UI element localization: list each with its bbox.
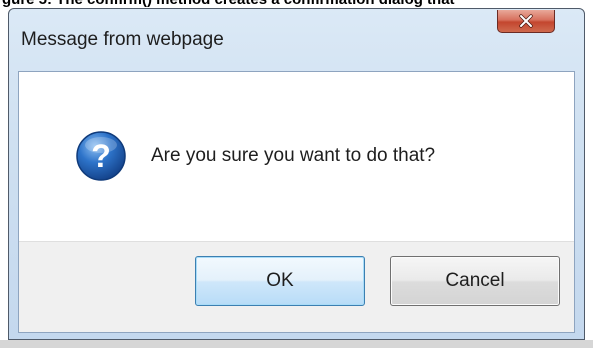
dialog-titlebar[interactable]: Message from webpage [9,9,584,72]
screenshot-page: gure 5: The confirm() method creates a c… [0,0,593,348]
close-icon [498,10,554,32]
svg-text:?: ? [91,138,111,174]
dialog-message: Are you sure you want to do that? [151,145,436,166]
message-area: ? Are you sure you want to do that? [19,72,574,241]
close-button[interactable] [497,10,555,33]
dialog-title: Message from webpage [21,29,224,50]
background-bottom-strip [0,340,593,348]
cancel-button[interactable]: Cancel [390,256,560,306]
ok-button[interactable]: OK [195,256,365,306]
background-document-strip: gure 5: The confirm() method creates a c… [0,0,593,8]
background-partial-heading: gure 5: The confirm() method creates a c… [2,0,455,8]
question-icon: ? [75,130,127,182]
